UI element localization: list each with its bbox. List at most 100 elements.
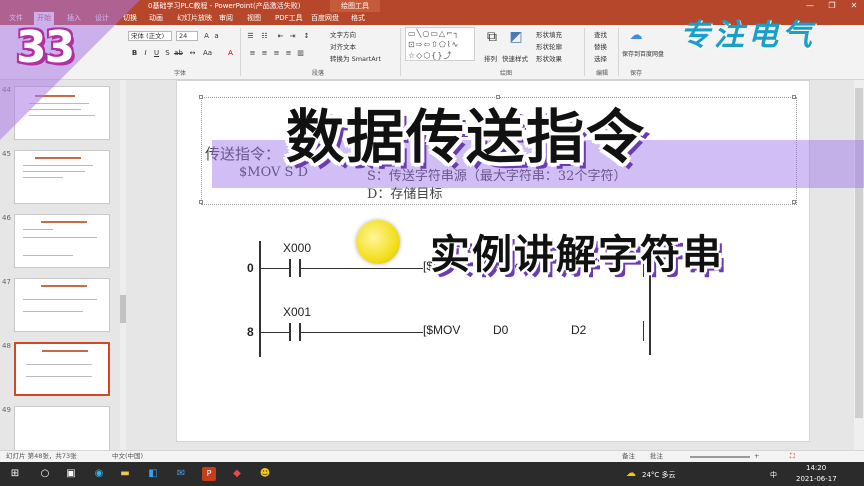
tab-format[interactable]: 格式 xyxy=(348,12,368,25)
zoom-in-button[interactable]: + xyxy=(754,451,759,462)
weather-icon[interactable]: ☁ xyxy=(624,467,638,481)
thumb-number: 45 xyxy=(2,150,11,158)
text-direction-button[interactable]: 文字方向 xyxy=(330,29,356,39)
laser-pointer-dot xyxy=(356,220,400,264)
thumb-number: 49 xyxy=(2,406,11,414)
clock-date[interactable]: 2021-06-17 xyxy=(796,475,837,483)
edge-icon[interactable]: ◉ xyxy=(92,467,106,481)
tab-slideshow[interactable]: 幻灯片放映 xyxy=(174,12,215,25)
maximize-button[interactable]: ❐ xyxy=(822,0,842,12)
char-spacing-icon[interactable]: ↔ xyxy=(188,49,197,58)
comments-button[interactable]: 批注 xyxy=(650,451,663,462)
arrange-icon[interactable]: ⧉ xyxy=(484,30,500,49)
task-view-icon[interactable]: ▣ xyxy=(64,467,78,481)
store-icon[interactable]: ◧ xyxy=(146,467,160,481)
thumb-number: 48 xyxy=(2,342,11,350)
tab-pdf-tools[interactable]: PDF工具 xyxy=(272,12,306,25)
powerpoint-icon[interactable]: P xyxy=(202,467,216,481)
rung2-contact-label: X001 xyxy=(283,305,312,319)
line-spacing-icon[interactable]: ↕ xyxy=(302,32,311,41)
shape-fill-button[interactable]: 形状填充 xyxy=(536,29,562,39)
clock-time[interactable]: 14:20 xyxy=(806,464,826,472)
convert-smartart-button[interactable]: 转换为 SmartArt xyxy=(330,53,381,63)
status-bar: 幻灯片 第48张，共73张 中文(中国) 备注 批注 + ⛶ xyxy=(0,450,864,462)
group-drawing-label: 绘图 xyxy=(500,70,513,77)
quick-styles-icon[interactable]: ◩ xyxy=(508,30,524,49)
italic-icon[interactable]: I xyxy=(141,49,150,58)
app-icon[interactable]: ◆ xyxy=(230,467,244,481)
zoom-slider[interactable] xyxy=(690,456,750,458)
group-editing-label: 编辑 xyxy=(596,70,609,77)
rung1-contact xyxy=(289,259,291,277)
shadow-icon[interactable]: S xyxy=(163,49,172,58)
close-button[interactable]: ✕ xyxy=(844,0,864,12)
quick-styles-button[interactable]: 快速样式 xyxy=(502,53,528,63)
font-color-icon[interactable]: A xyxy=(226,49,235,58)
tab-animations[interactable]: 动画 xyxy=(146,12,166,25)
rung1-contact-label: X000 xyxy=(283,241,312,255)
cloud-save-icon[interactable]: ☁ xyxy=(628,29,644,47)
start-windows-icon[interactable]: ⊞ xyxy=(8,467,22,481)
search-icon[interactable]: ○ xyxy=(38,467,52,481)
underline-icon[interactable]: U xyxy=(152,49,161,58)
slide-thumbnail-45[interactable] xyxy=(14,150,110,204)
rung2-step: 8 xyxy=(247,325,254,339)
rung2-contact xyxy=(289,323,291,341)
mail-icon[interactable]: ✉ xyxy=(174,467,188,481)
rung1-step: 0 xyxy=(247,261,254,275)
select-button[interactable]: 选择 xyxy=(594,53,607,63)
context-tab-drawing-tools[interactable]: 绘图工具 xyxy=(330,0,380,12)
shape-outline-button[interactable]: 形状轮廓 xyxy=(536,41,562,51)
rung2-destination: D2 xyxy=(571,323,587,337)
notes-button[interactable]: 备注 xyxy=(622,451,635,462)
numbering-icon[interactable]: ☷ xyxy=(260,32,269,41)
align-left-icon[interactable]: ≡ xyxy=(248,49,257,58)
shrink-font-icon[interactable]: a xyxy=(212,32,221,41)
strikethrough-icon[interactable]: ab xyxy=(174,49,183,58)
change-case-icon[interactable]: Aa xyxy=(203,49,212,58)
channel-logo: 专注电气 xyxy=(680,18,816,53)
fit-slide-icon[interactable]: ⛶ xyxy=(790,451,795,462)
arrange-button[interactable]: 排列 xyxy=(484,53,497,63)
increase-indent-icon[interactable]: ⇥ xyxy=(288,32,297,41)
justify-icon[interactable]: ≡ xyxy=(284,49,293,58)
find-button[interactable]: 查找 xyxy=(594,29,607,39)
window-title: 0基础学习PLC教程 - PowerPoint(产品激活失败) xyxy=(148,2,301,10)
tab-view[interactable]: 视图 xyxy=(244,12,264,25)
slide-counter: 幻灯片 第48张，共73张 xyxy=(6,452,77,460)
font-size-select[interactable]: 24 xyxy=(176,31,198,41)
thumb-number: 47 xyxy=(2,278,11,286)
save-to-baidu-button[interactable]: 保存到百度网盘 xyxy=(622,49,664,58)
slide-thumbnail-46[interactable] xyxy=(14,214,110,268)
video-sub-title: 实例讲解字符串 xyxy=(430,232,724,278)
windows-taskbar: ⊞ ○ ▣ ◉ ▬ ◧ ✉ P ◆ ☻ 24°C 多云 ☁ 中 14:20 20… xyxy=(0,462,864,486)
tab-baidu[interactable]: 百度网盘 xyxy=(308,12,342,25)
weather-text[interactable]: 24°C 多云 xyxy=(642,470,676,480)
slide-scrollbar[interactable] xyxy=(854,80,864,450)
pinned-app-icon[interactable]: ☻ xyxy=(258,467,272,481)
align-right-icon[interactable]: ≡ xyxy=(272,49,281,58)
slide-thumbnail-47[interactable] xyxy=(14,278,110,332)
tab-review[interactable]: 审阅 xyxy=(216,12,236,25)
video-main-title: 数据传送指令 xyxy=(286,103,647,171)
grow-font-icon[interactable]: A xyxy=(202,32,211,41)
left-power-rail xyxy=(259,241,261,357)
group-save-label: 保存 xyxy=(630,70,643,77)
align-center-icon[interactable]: ≡ xyxy=(260,49,269,58)
decrease-indent-icon[interactable]: ⇤ xyxy=(276,32,285,41)
rung2-source: D0 xyxy=(493,323,509,337)
replace-button[interactable]: 替换 xyxy=(594,41,607,51)
rung2-instruction: [$MOV xyxy=(423,323,461,337)
columns-icon[interactable]: ▥ xyxy=(296,49,305,58)
thumb-number: 46 xyxy=(2,214,11,222)
slide-thumbnail-48[interactable] xyxy=(14,342,110,396)
input-language[interactable]: 中 xyxy=(770,470,777,480)
group-font-label: 字体 xyxy=(174,70,187,77)
file-explorer-icon[interactable]: ▬ xyxy=(118,467,132,481)
shapes-gallery[interactable]: ▭╲○▭△⌐┐ ⊡⇨⇦⇧⬠⌇∿ ☆◇⬡{}⤴ xyxy=(405,27,475,61)
bullets-icon[interactable]: ☰ xyxy=(246,32,255,41)
episode-number: 33 xyxy=(16,22,75,73)
shape-effects-button[interactable]: 形状效果 xyxy=(536,53,562,63)
align-text-button[interactable]: 对齐文本 xyxy=(330,41,356,51)
language-indicator[interactable]: 中文(中国) xyxy=(112,451,143,462)
